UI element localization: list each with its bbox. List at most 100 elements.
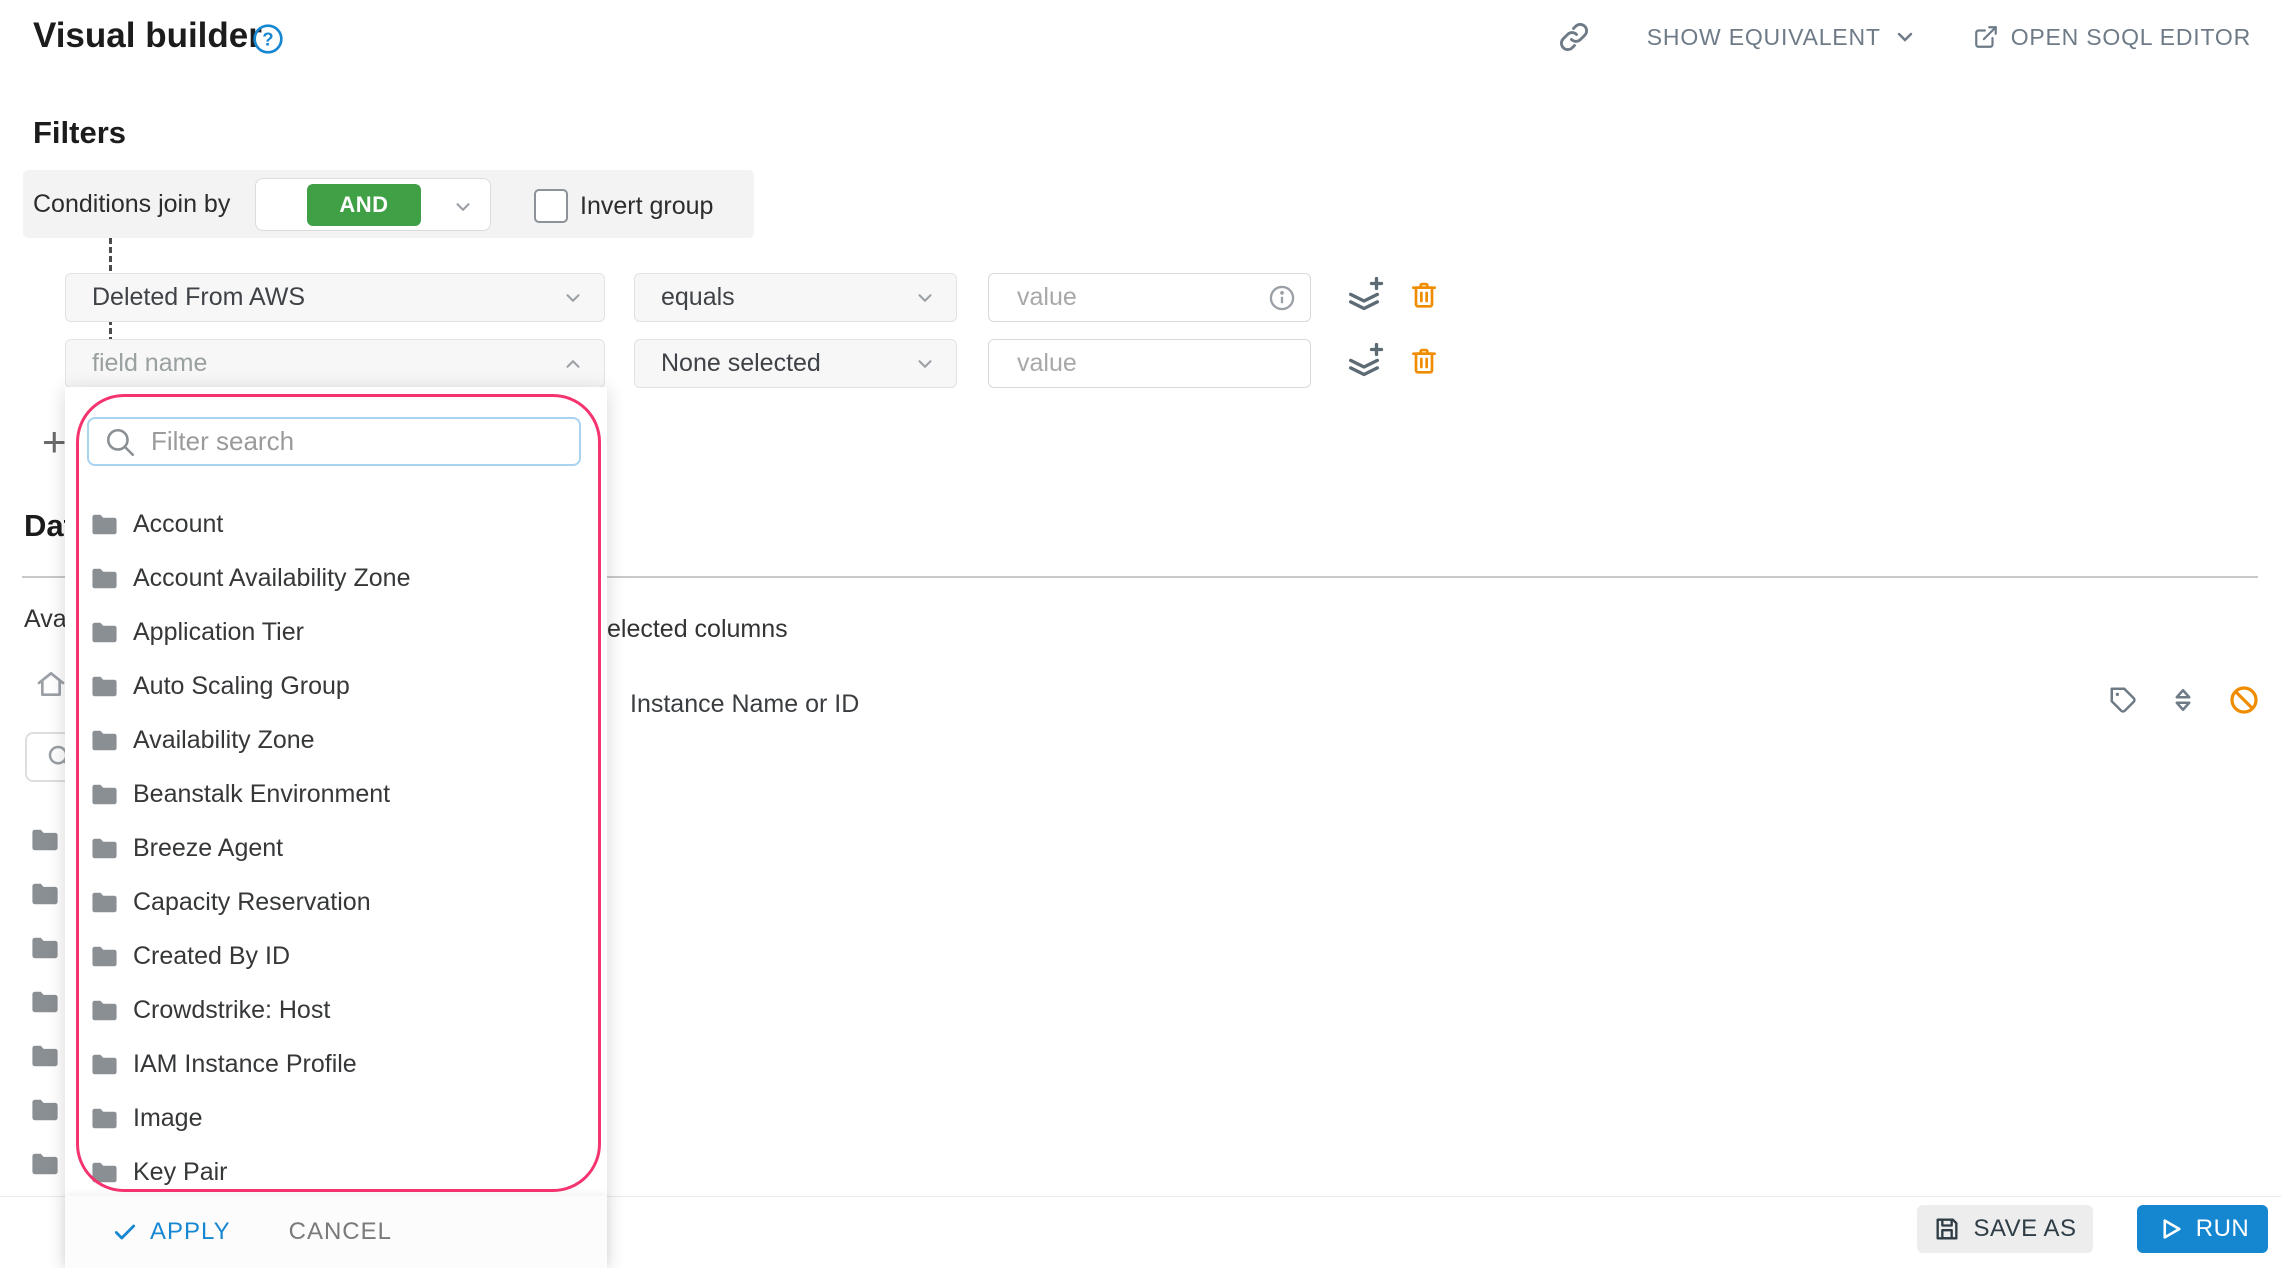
conditions-join-label: Conditions join by [33, 190, 231, 218]
play-icon [2163, 1219, 2181, 1239]
folder-icon [92, 1162, 117, 1182]
field-option[interactable]: Account Availability Zone [65, 551, 607, 605]
field-select-row1[interactable]: Deleted From AWS [65, 273, 605, 322]
chevron-down-icon [1897, 32, 1912, 42]
field-option[interactable]: Beanstalk Environment [65, 767, 607, 821]
apply-button[interactable]: APPLY [112, 1218, 231, 1246]
page-title: Visual builder [33, 16, 262, 55]
field-option[interactable]: Auto Scaling Group [65, 659, 607, 713]
field-option-label: IAM Instance Profile [133, 1049, 357, 1078]
field-option-label: Account [133, 509, 224, 538]
value-input-row2-wrap [988, 339, 1311, 388]
field-option[interactable]: Breeze Agent [65, 821, 607, 875]
field-option-label: Breeze Agent [133, 833, 284, 862]
add-subgroup-icon[interactable] [1344, 276, 1384, 316]
field-picker-dropdown: Account Account Availability Zone Applic… [65, 387, 607, 1268]
header-actions: SHOW EQUIVALENT OPEN SOQL EDITOR [1557, 20, 2251, 54]
copy-link-icon[interactable] [1557, 20, 1591, 54]
apply-label: APPLY [150, 1218, 231, 1245]
field-option-label: Created By ID [133, 941, 291, 970]
join-operator-value: AND [307, 183, 421, 226]
svg-text:?: ? [262, 29, 273, 50]
field-option[interactable]: Image [65, 1091, 607, 1145]
field-option-label: Image [133, 1103, 203, 1132]
field-option[interactable]: Capacity Reservation [65, 875, 607, 929]
chevron-up-icon [562, 353, 584, 375]
selected-column-item: Instance Name or ID [630, 690, 860, 718]
exclude-icon[interactable] [2228, 684, 2260, 716]
filter-search-box [87, 417, 581, 466]
folder-icon [32, 1099, 58, 1121]
folder-icon [32, 991, 58, 1013]
chevron-down-icon [452, 196, 474, 218]
save-as-label: SAVE AS [1973, 1215, 2077, 1242]
operator-select-row2[interactable]: None selected [634, 339, 957, 388]
field-option[interactable]: Account [65, 497, 607, 551]
delete-condition-icon[interactable] [1408, 345, 1440, 377]
folder-icon [92, 622, 117, 642]
open-soql-editor-button[interactable]: OPEN SOQL EDITOR [1973, 24, 2251, 51]
cancel-button[interactable]: CANCEL [289, 1218, 392, 1246]
invert-group-label: Invert group [580, 192, 714, 220]
folder-icon [32, 1153, 58, 1175]
field-option-label: Key Pair [133, 1157, 228, 1186]
field-option-label: Account Availability Zone [133, 563, 411, 592]
folder-icon [92, 676, 117, 696]
invert-group-checkbox[interactable] [534, 189, 568, 223]
folder-icon [92, 946, 117, 966]
folder-icon [92, 568, 117, 588]
field-option[interactable]: Crowdstrike: Host [65, 983, 607, 1037]
folder-icon [92, 514, 117, 534]
join-operator-select[interactable]: AND [255, 178, 491, 231]
field-option[interactable]: IAM Instance Profile [65, 1037, 607, 1091]
run-label: RUN [2195, 1215, 2250, 1242]
chevron-down-icon [562, 287, 584, 309]
field-select-row2[interactable]: field name [65, 339, 605, 388]
delete-condition-icon[interactable] [1408, 279, 1440, 311]
available-columns-heading: Ava [24, 605, 67, 633]
field-option[interactable]: Created By ID [65, 929, 607, 983]
save-icon [1936, 1218, 1958, 1240]
field-option[interactable]: Availability Zone [65, 713, 607, 767]
operator-select-row2-value: None selected [661, 349, 821, 377]
chevron-down-icon [914, 287, 936, 309]
field-select-row2-placeholder: field name [92, 349, 208, 377]
folder-icon [92, 784, 117, 804]
external-link-icon [1974, 26, 1997, 48]
filters-heading: Filters [33, 115, 127, 150]
folder-icon [92, 1000, 117, 1020]
tag-icon[interactable] [2108, 685, 2138, 715]
value-input-row2[interactable] [1015, 348, 1296, 379]
field-option-label: Capacity Reservation [133, 887, 371, 916]
field-options-list: Account Account Availability Zone Applic… [65, 497, 607, 1199]
value-input-row1[interactable] [1015, 282, 1268, 313]
open-soql-editor-label: OPEN SOQL EDITOR [2010, 23, 2251, 50]
folder-icon [92, 1054, 117, 1074]
folder-icon [32, 937, 58, 959]
folder-icon [92, 838, 117, 858]
visual-builder-page: Visual builder ? SHOW EQUIVALENT OPEN SO… [0, 0, 2281, 1268]
selected-column-actions [2108, 684, 2260, 716]
home-icon[interactable] [35, 668, 67, 700]
add-subgroup-icon[interactable] [1344, 342, 1384, 382]
field-option-label: Beanstalk Environment [133, 779, 391, 808]
field-option[interactable]: Application Tier [65, 605, 607, 659]
run-button[interactable]: RUN [2137, 1205, 2268, 1253]
field-option[interactable]: Key Pair [65, 1145, 607, 1199]
help-icon[interactable]: ? [252, 23, 284, 55]
save-as-button[interactable]: SAVE AS [1917, 1205, 2093, 1253]
show-equivalent-label: SHOW EQUIVALENT [1646, 23, 1881, 50]
sort-icon[interactable] [2168, 685, 2198, 715]
check-icon [114, 1224, 136, 1240]
operator-select-row1[interactable]: equals [634, 273, 957, 322]
field-option-label: Crowdstrike: Host [133, 995, 331, 1024]
chevron-down-icon [914, 353, 936, 375]
show-equivalent-button[interactable]: SHOW EQUIVALENT [1647, 24, 1917, 51]
add-condition-button[interactable]: + [42, 418, 67, 466]
info-icon[interactable] [1268, 284, 1296, 312]
folder-icon [92, 1108, 117, 1128]
search-icon [106, 428, 135, 456]
selected-columns-heading: elected columns [607, 615, 788, 643]
filter-search-input[interactable] [149, 425, 565, 458]
folder-icon [92, 892, 117, 912]
